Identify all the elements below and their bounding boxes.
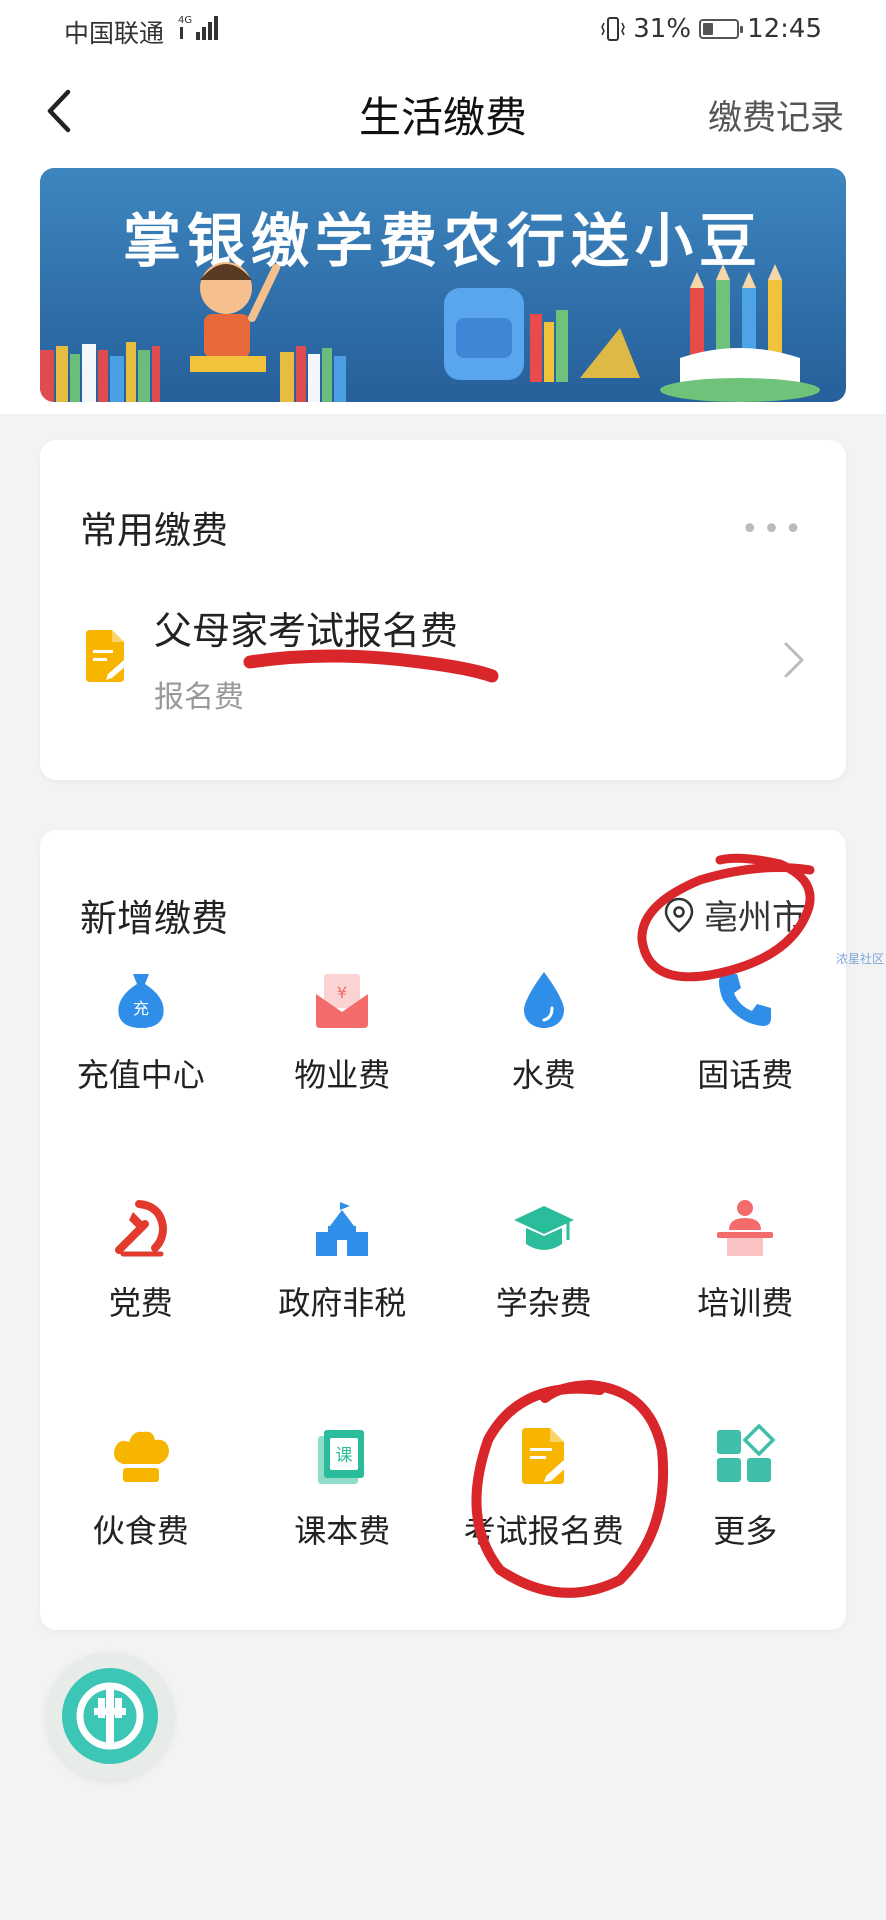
category-label: 更多: [713, 1512, 778, 1550]
new-payments-title: 新增缴费: [80, 897, 228, 940]
more-dots-icon[interactable]: •••: [741, 512, 806, 547]
category-label: 物业费: [294, 1056, 391, 1094]
category-exam-registration-fee[interactable]: 考试报名费: [443, 1406, 645, 1634]
category-tuition-fee[interactable]: 学杂费: [443, 1178, 645, 1406]
category-recharge-center[interactable]: 充 充值中心: [40, 950, 242, 1178]
category-label: 政府非税: [278, 1284, 407, 1322]
battery-percent: 31%: [633, 14, 692, 44]
lecturer-icon: [717, 1200, 774, 1256]
location-label: 亳州市: [704, 898, 806, 938]
chevron-right-icon[interactable]: [782, 640, 806, 680]
battery-icon: [699, 19, 744, 39]
category-meal-fee[interactable]: 伙食费: [40, 1406, 242, 1634]
category-property-fee[interactable]: ¥ 物业费: [242, 950, 444, 1178]
svg-text:课: 课: [336, 1446, 353, 1466]
favorite-payment-name[interactable]: 父母家考试报名费: [154, 600, 458, 655]
common-payments-card: 常用缴费 ••• 父母家考试报名费 报名费: [40, 440, 846, 780]
exam-form-icon: [86, 630, 128, 682]
abc-bank-logo-button[interactable]: [46, 1652, 174, 1780]
category-label: 固话费: [697, 1056, 794, 1094]
new-payments-card: 新增缴费 亳州市 充 充值中心 ¥ 物业费 水费 固话费 党费 政府非税 学杂费…: [40, 830, 846, 1630]
category-water-fee[interactable]: 水费: [443, 950, 645, 1178]
category-label: 学杂费: [495, 1284, 592, 1322]
signal-icon: 4G: [178, 15, 218, 40]
party-emblem-icon: [114, 1200, 167, 1257]
carrier-label: 中国联通: [64, 19, 165, 48]
category-label: 党费: [108, 1284, 173, 1322]
category-label: 课本费: [294, 1512, 391, 1550]
battery-area: 31% 12:45: [601, 12, 822, 46]
location-pin-icon: [664, 897, 694, 933]
exam-form-icon: [521, 1428, 569, 1484]
category-party-fee[interactable]: 党费: [40, 1178, 242, 1406]
banner-illustration: [40, 262, 820, 402]
category-training-fee[interactable]: 培训费: [645, 1178, 847, 1406]
vibrate-icon: [601, 17, 626, 41]
category-government-nontax[interactable]: 政府非税: [242, 1178, 444, 1406]
common-payments-title: 常用缴费: [80, 509, 228, 552]
category-label: 充值中心: [76, 1056, 205, 1094]
svg-text:4G: 4G: [178, 15, 192, 26]
category-landline-fee[interactable]: 固话费: [645, 950, 847, 1178]
payment-category-grid: 充 充值中心 ¥ 物业费 水费 固话费 党费 政府非税 学杂费 培训费 伙食费 …: [40, 950, 846, 1634]
abc-bank-logo-icon: [62, 1668, 158, 1764]
payment-record-link[interactable]: 缴费记录: [708, 90, 844, 139]
watermark-text: 浓星社区: [835, 952, 884, 966]
category-label: 培训费: [697, 1284, 794, 1322]
svg-text:充: 充: [133, 999, 149, 1018]
textbook-icon: 课: [318, 1430, 365, 1484]
category-more[interactable]: 更多: [645, 1406, 847, 1634]
favorite-payment-category: 报名费: [154, 680, 244, 715]
category-label: 伙食费: [92, 1512, 189, 1550]
graduation-cap-icon: [513, 1206, 574, 1250]
money-bag-icon: 充: [118, 974, 164, 1028]
chef-hat-icon: [113, 1431, 169, 1482]
category-textbook-fee[interactable]: 课 课本费: [242, 1406, 444, 1634]
category-label: 考试报名费: [463, 1512, 624, 1550]
more-grid-icon: [717, 1424, 776, 1482]
government-building-icon: [316, 1200, 369, 1256]
back-arrow-icon[interactable]: [40, 86, 80, 136]
svg-text:¥: ¥: [337, 983, 347, 1002]
promo-banner[interactable]: 掌银缴学费农行送小豆: [40, 168, 846, 402]
water-drop-icon: [523, 972, 564, 1028]
category-label: 水费: [511, 1056, 576, 1094]
clock: 12:45: [747, 14, 822, 44]
location-selector[interactable]: 亳州市: [664, 890, 806, 939]
telephone-icon: [719, 974, 772, 1026]
property-envelope-icon: ¥: [316, 974, 369, 1028]
